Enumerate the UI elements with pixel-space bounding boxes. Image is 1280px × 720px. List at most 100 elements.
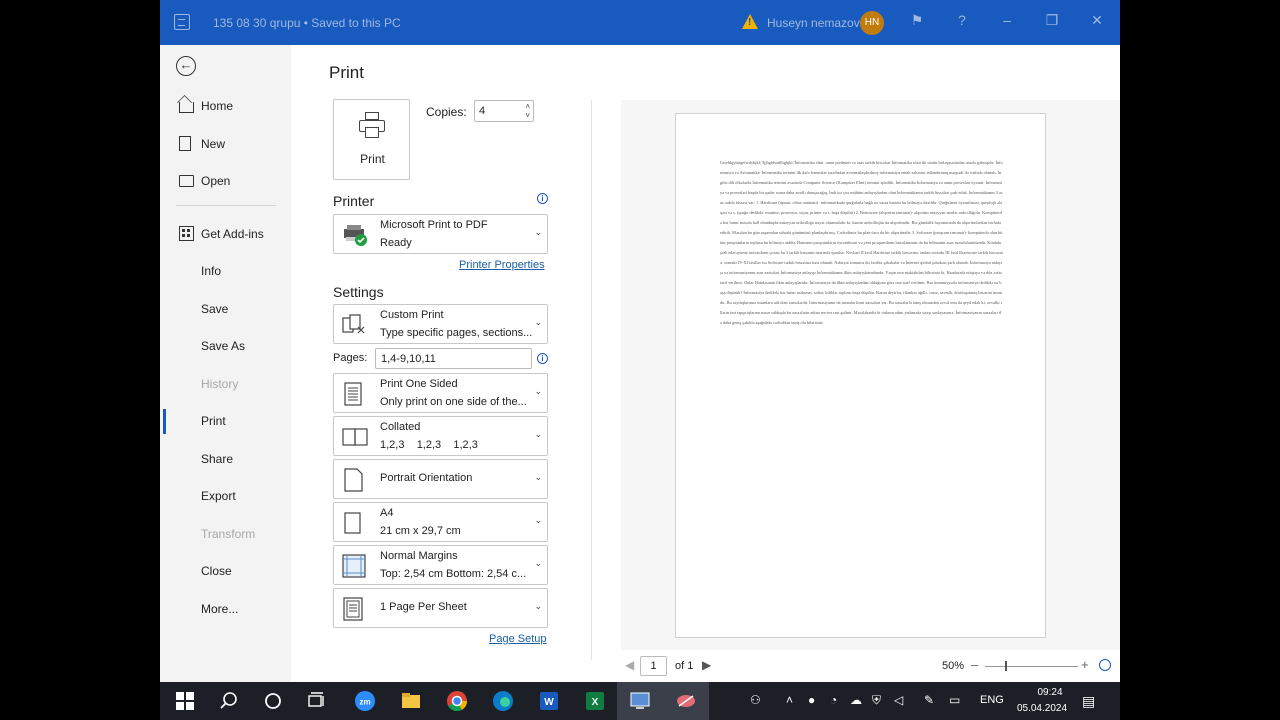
restore-button[interactable]: ❐ (1041, 12, 1063, 29)
paper-size-icon (342, 511, 364, 535)
printer-icon (359, 112, 385, 139)
taskbar: zm W X ⚇ ˄ ● ◔ ☁ ⛨ ◁ ✎ ▭ ENG 09:24 05.04… (160, 682, 1120, 720)
back-arrow-icon[interactable]: ← (176, 56, 196, 76)
printer-section-title: Printer (333, 193, 375, 209)
avatar[interactable]: HN (860, 11, 884, 35)
nav-more[interactable]: More... (160, 594, 291, 624)
windows-start-icon[interactable] (174, 690, 196, 712)
chevron-down-icon: ⌄ (534, 317, 542, 327)
spin-arrows-icon[interactable]: ˄ ˅ (525, 102, 530, 120)
pages-label: Pages: (333, 352, 368, 364)
page-count: of 1 (675, 660, 694, 672)
nav-get-add-ins[interactable]: Get Add-ins (160, 219, 291, 249)
printer-status: Ready (380, 237, 412, 249)
nav-export[interactable]: Export (160, 481, 291, 511)
page-title: Print (329, 63, 364, 82)
cloud-icon[interactable]: ☁ (850, 693, 862, 707)
zoom-to-page-icon[interactable] (1099, 659, 1111, 671)
print-range-dropdown[interactable]: Custom Print Type specific pages, sectio… (333, 304, 548, 344)
margins-icon (342, 554, 366, 578)
one-sided-icon (342, 382, 364, 406)
zoom-slider-thumb[interactable] (1005, 661, 1007, 671)
preview-page: Grtyhkjyhtrgefwdyhjkl;'/ljjhgfdsadfhghjk… (675, 113, 1046, 638)
chevron-down-icon: ⌄ (534, 515, 542, 525)
excel-icon[interactable]: X (584, 690, 606, 712)
nav-divider (176, 205, 276, 206)
chevron-down-icon: ⌄ (534, 429, 542, 439)
collated-icon (342, 425, 368, 449)
previous-page-icon[interactable]: ◀ (625, 658, 634, 672)
pen-icon[interactable]: ✎ (924, 693, 934, 707)
pages-info-icon[interactable]: i (537, 353, 548, 364)
people-icon[interactable]: ⚇ (750, 693, 761, 707)
svg-text:X: X (592, 697, 599, 708)
margins-dropdown[interactable]: Normal Margins Top: 2,54 cm Bottom: 2,54… (333, 545, 548, 585)
svg-text:W: W (544, 697, 554, 708)
minimize-button[interactable]: – (996, 12, 1018, 28)
document-icon (179, 136, 191, 151)
microphone-icon[interactable]: ● (808, 693, 815, 707)
pages-per-sheet-icon (342, 597, 364, 621)
page-number-input[interactable]: 1 (640, 656, 667, 676)
file-explorer-icon[interactable] (400, 690, 422, 712)
printer-info-icon[interactable]: i (537, 193, 548, 204)
printer-dropdown[interactable]: Microsoft Print to PDF Ready ⌄ (333, 214, 548, 254)
printer-ready-icon (342, 223, 367, 247)
chevron-up-icon[interactable]: ˄ (786, 693, 793, 707)
zoom-in-icon[interactable]: + (1081, 657, 1089, 672)
nav-close[interactable]: Close (160, 556, 291, 586)
warning-icon[interactable] (742, 14, 758, 29)
zoom-app-icon[interactable]: zm (354, 690, 376, 712)
next-page-icon[interactable]: ▶ (702, 658, 711, 672)
zoom-level[interactable]: 50% (942, 660, 964, 672)
user-name[interactable]: Huseyn nemazov (767, 16, 860, 30)
copies-label: Copies: (426, 105, 467, 119)
clock-time[interactable]: 09:24 (1025, 687, 1075, 698)
page-setup-link[interactable]: Page Setup (489, 633, 547, 645)
document-title[interactable]: 135 08 30 qrupu • Saved to this PC (213, 16, 401, 30)
nav-new[interactable]: New (160, 129, 291, 159)
chevron-down-icon: ⌄ (534, 601, 542, 611)
nav-home[interactable]: Home (160, 91, 291, 121)
nav-save[interactable]: Save (160, 294, 291, 324)
nav-print[interactable]: Print (160, 406, 291, 436)
nav-open[interactable]: Open (160, 166, 291, 196)
cortana-icon[interactable] (262, 690, 284, 712)
help-icon[interactable]: ? (951, 12, 973, 28)
remote-desktop-icon[interactable] (629, 690, 651, 712)
nav-info[interactable]: Info (160, 256, 291, 286)
input-language[interactable]: ENG (980, 694, 1004, 706)
sides-dropdown[interactable]: Print One Sided Only print on one side o… (333, 373, 548, 413)
task-view-icon[interactable] (306, 690, 328, 712)
edge-icon[interactable] (492, 690, 514, 712)
search-icon[interactable] (218, 690, 240, 712)
clock-date[interactable]: 05.04.2024 (1012, 703, 1072, 714)
pages-per-sheet-dropdown[interactable]: 1 Page Per Sheet ⌄ (333, 588, 548, 628)
word-app-icon[interactable]: W (538, 690, 560, 712)
volume-icon[interactable]: ◁ (894, 693, 903, 707)
zoom-slider[interactable] (985, 666, 1078, 667)
word-app-icon (174, 14, 190, 30)
network-icon[interactable]: ◔ (830, 693, 837, 707)
printer-name: Microsoft Print to PDF (380, 219, 488, 231)
nav-save-as[interactable]: Save As (160, 331, 291, 361)
feedback-icon[interactable]: ⚑ (906, 12, 928, 29)
chrome-icon[interactable] (446, 690, 468, 712)
keyboard-icon[interactable]: ▭ (949, 693, 960, 707)
paper-size-dropdown[interactable]: A4 21 cm x 29,7 cm ⌄ (333, 502, 548, 542)
close-button[interactable]: ✕ (1086, 12, 1108, 29)
copies-value: 4 (479, 105, 486, 117)
copies-stepper[interactable]: 4 ˄ ˅ (474, 100, 534, 122)
collation-dropdown[interactable]: Collated 1,2,3 1,2,3 1,2,3 ⌄ (333, 416, 548, 456)
chevron-down-icon: ⌄ (534, 386, 542, 396)
orientation-dropdown[interactable]: Portrait Orientation ⌄ (333, 459, 548, 499)
notifications-icon[interactable]: ▤ (1082, 693, 1095, 710)
folder-icon (179, 175, 194, 187)
snipping-tool-icon[interactable] (675, 690, 697, 712)
zoom-out-icon[interactable]: – (971, 657, 978, 672)
shield-icon[interactable]: ⛨ (872, 693, 881, 708)
nav-share[interactable]: Share (160, 444, 291, 474)
printer-properties-link[interactable]: Printer Properties (459, 259, 545, 271)
pages-input[interactable]: 1,4-9,10,11 (375, 348, 532, 369)
print-button[interactable]: Print (333, 99, 410, 180)
